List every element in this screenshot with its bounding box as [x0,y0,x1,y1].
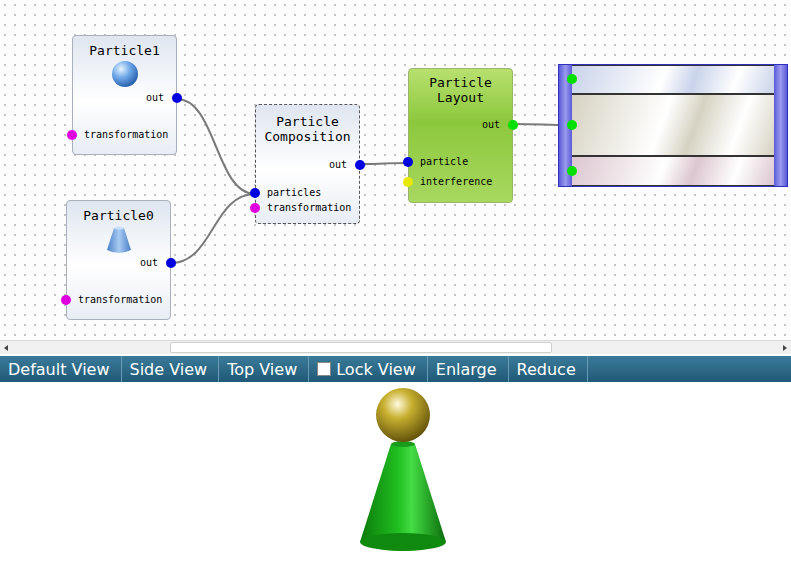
input-port: transformation [67,292,170,308]
node-canvas[interactable]: Particle1 out transformation Particle0 out tr… [0,0,791,340]
view-toolbar: Default ViewSide ViewTop ViewLock ViewEn… [0,356,791,382]
scroll-right-button[interactable] [779,341,791,354]
port-dot[interactable] [403,157,413,167]
horizontal-scrollbar[interactable] [0,340,791,354]
particle-3d-icon [0,382,791,584]
toolbar-button[interactable]: Reduce [509,356,588,382]
3d-view[interactable] [0,382,791,584]
output-port: out [256,157,359,173]
port-dot[interactable] [508,120,518,130]
port-label: transformation [267,200,351,215]
wire [360,163,408,164]
scroll-left-button[interactable] [0,341,12,354]
node[interactable]: Particle Layout out particle interference [408,68,513,203]
multilayer-node[interactable] [558,64,788,187]
wire [177,99,255,194]
toolbar-button[interactable]: Top View [219,356,309,382]
input-port: transformation [73,127,176,143]
port-label: particles [267,185,321,200]
input-port: particle [409,152,512,172]
toolbar-button[interactable]: Side View [122,356,220,382]
port-label: interference [420,174,492,190]
cone-icon [67,225,170,255]
output-port: out [73,90,176,106]
port-dot[interactable] [403,177,413,187]
port-label: particle [420,154,468,170]
scroll-thumb[interactable] [170,342,552,353]
output-port: out [409,117,512,133]
scroll-track [12,341,779,354]
port-dot[interactable] [67,130,77,140]
toolbar-button[interactable]: Default View [0,356,122,382]
port-label: transformation [84,127,168,143]
wire [171,194,255,263]
port-label: out [146,90,164,106]
lock-view-checkbox[interactable]: Lock View [309,356,428,382]
port-label: out [482,117,500,133]
port-label: out [329,157,347,173]
node-title: Particle0 [67,208,170,223]
app: Particle1 out transformation Particle0 out tr… [0,0,791,584]
layer[interactable] [572,156,774,186]
layer-port-dot[interactable] [567,166,577,176]
layer-port-dot[interactable] [567,74,577,84]
node-title: Particle1 [73,43,176,58]
layer-port-dot[interactable] [567,120,577,130]
port-dot[interactable] [172,93,182,103]
checkbox-box[interactable] [317,362,331,376]
node[interactable]: Particle0 out transformation [66,200,171,320]
input-port: interference [409,172,512,192]
toolbar-button[interactable]: Enlarge [428,356,509,382]
node-title: Particle Composition [256,114,359,144]
layer[interactable] [572,94,774,157]
port-label: transformation [78,292,162,308]
output-port: out [67,255,170,271]
input-port: transformation [256,200,359,215]
node[interactable]: Particle1 out transformation [72,35,177,155]
port-label: out [140,255,158,271]
node[interactable]: Particle Composition out particlestransfor… [255,104,360,224]
port-dot[interactable] [250,188,260,198]
port-dot[interactable] [250,203,260,213]
layer[interactable] [572,65,774,94]
node-title: Particle Layout [409,75,512,105]
port-dot[interactable] [61,295,71,305]
input-port: particles [256,185,359,200]
layer-stack [572,65,774,186]
port-dot[interactable] [355,160,365,170]
multilayer-bar [774,65,787,186]
sphere-icon [73,60,176,90]
port-dot[interactable] [166,258,176,268]
